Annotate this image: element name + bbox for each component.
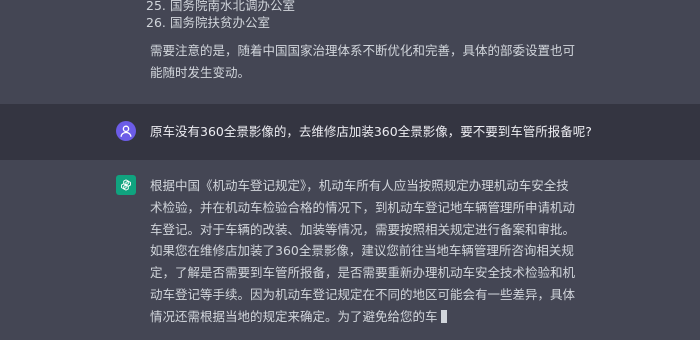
list-item-text: 国务院扶贫办公室 xyxy=(169,15,270,30)
assistant-message-previous: 25. 国务院南水北调办公室 26. 国务院扶贫办公室 需要注意的是，随着中国国… xyxy=(0,0,700,104)
user-avatar-icon xyxy=(116,121,136,141)
list-item: 26. 国务院扶贫办公室 xyxy=(146,14,270,32)
assistant-paragraph-1: 根据中国《机动车登记规定》，机动车所有人应当按照规定办理机动车安全技术检验，并在… xyxy=(150,178,576,237)
chatgpt-logo-icon xyxy=(116,175,136,195)
typing-cursor xyxy=(440,310,447,323)
user-message-text: 原车没有360全景影像的，去维修店加装360全景影像，要不要到车管所报备呢? xyxy=(150,124,592,139)
list-item-text: 国务院南水北调办公室 xyxy=(169,0,295,13)
assistant-message: 根据中国《机动车登记规定》，机动车所有人应当按照规定办理机动车安全技术检验，并在… xyxy=(0,160,700,340)
user-message: 原车没有360全景影像的，去维修店加装360全景影像，要不要到车管所报备呢? xyxy=(0,104,700,160)
assistant-note-paragraph: 需要注意的是，随着中国国家治理体系不断优化和完善，具体的部委设置也可能随时发生变… xyxy=(150,43,576,80)
list-item-number: 25. xyxy=(146,0,166,13)
list-item: 25. 国务院南水北调办公室 xyxy=(146,0,295,15)
assistant-paragraph-2: 如果您在维修店加装了360全景影像，建议您前往当地车辆管理所咨询相关规定，了解是… xyxy=(150,240,580,328)
assistant-paragraph-2-text: 如果您在维修店加装了360全景影像，建议您前往当地车辆管理所咨询相关规定，了解是… xyxy=(150,243,576,324)
list-item-number: 26. xyxy=(146,15,166,30)
